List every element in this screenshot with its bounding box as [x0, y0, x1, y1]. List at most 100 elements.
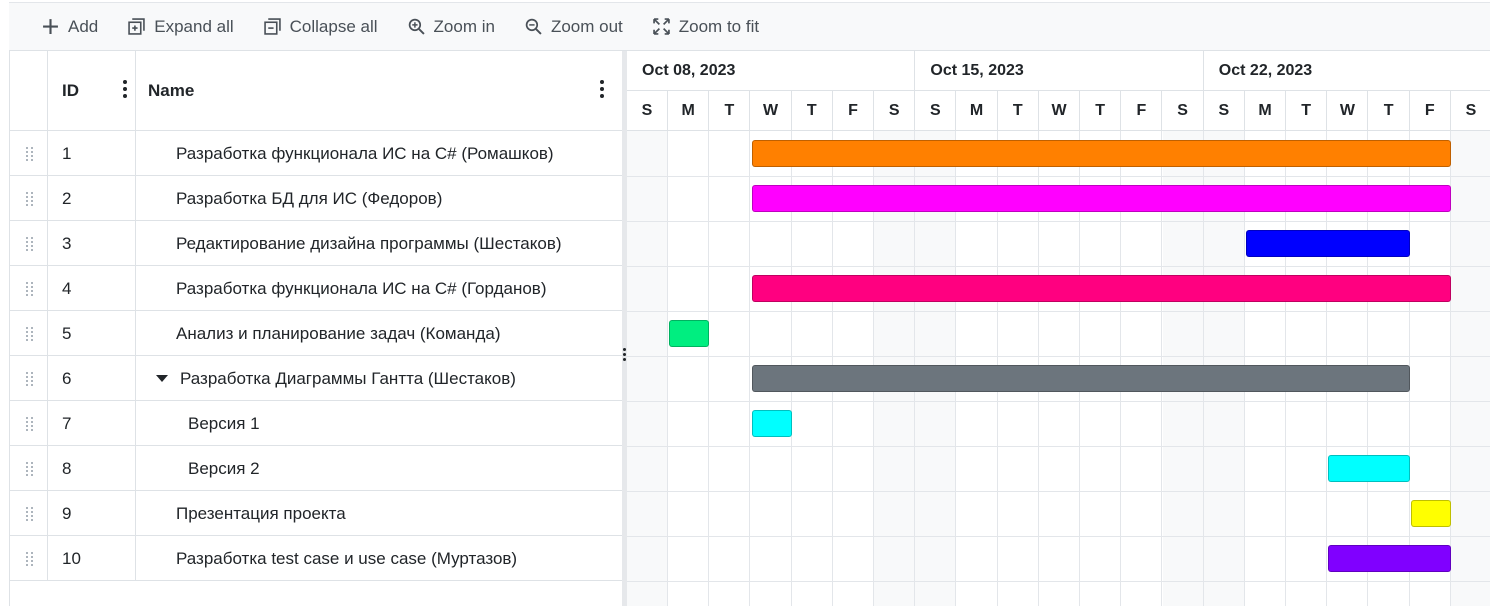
drag-cell	[10, 176, 48, 221]
day-header: M	[1245, 91, 1286, 131]
task-row[interactable]: 2 Разработка БД для ИС (Федоров)	[10, 176, 623, 221]
week-label: Oct 08, 2023	[642, 62, 736, 79]
name-cell: Анализ и планирование задач (Команда)	[136, 311, 623, 356]
task-bar[interactable]	[751, 410, 792, 437]
row-gridline	[627, 536, 1490, 537]
drag-handle-icon[interactable]	[26, 552, 34, 566]
drag-handle-icon[interactable]	[26, 372, 34, 386]
task-id: 3	[62, 234, 72, 253]
id-cell: 6	[48, 356, 136, 401]
task-name: Презентация проекта	[176, 504, 346, 523]
day-header: T	[1080, 91, 1122, 131]
zoom-to-fit-icon	[652, 18, 670, 35]
drag-handle-icon[interactable]	[26, 237, 34, 251]
task-id: 9	[62, 504, 72, 523]
task-bar[interactable]	[1328, 545, 1451, 572]
id-cell: 10	[48, 536, 136, 581]
task-bar[interactable]	[751, 140, 1451, 167]
expand-all-button[interactable]: Expand all	[113, 3, 248, 50]
drag-column-header	[10, 51, 48, 131]
day-header: T	[998, 91, 1039, 131]
drag-handle-icon[interactable]	[26, 282, 34, 296]
id-column-header[interactable]: ID	[48, 51, 136, 131]
task-row[interactable]: 4 Разработка функционала ИС на C# (Гордан…	[10, 266, 623, 311]
task-grid: ID Name 1 Разработка функционала ИС на C#…	[9, 51, 623, 606]
row-gridline	[627, 311, 1490, 312]
task-bar[interactable]	[669, 320, 710, 347]
id-cell: 9	[48, 491, 136, 536]
timeline-body	[627, 131, 1490, 606]
drag-cell	[10, 356, 48, 401]
row-gridline	[627, 581, 1490, 582]
task-id: 2	[62, 189, 72, 208]
day-column	[668, 131, 710, 606]
task-row[interactable]: 1 Разработка функционала ИС на C# (Ромашк…	[10, 131, 623, 176]
day-header: T	[792, 91, 833, 131]
drag-cell	[10, 266, 48, 311]
plus-icon	[43, 19, 58, 34]
day-header: W	[1327, 91, 1369, 131]
splitter-handle-icon	[623, 348, 626, 363]
grid-header: ID Name	[10, 51, 623, 131]
name-column-header[interactable]: Name	[136, 51, 623, 131]
toolbar: Add Expand all Collapse all Zoom in Zoom…	[9, 2, 1490, 51]
task-bar[interactable]	[1410, 500, 1451, 527]
id-column-title: ID	[62, 81, 79, 100]
name-column-title: Name	[148, 81, 195, 100]
task-bar[interactable]	[1246, 230, 1410, 257]
task-row[interactable]: 3 Редактирование дизайна программы (Шеста…	[10, 221, 623, 266]
drag-handle-icon[interactable]	[26, 507, 34, 521]
collapse-all-button[interactable]: Collapse all	[249, 3, 393, 50]
day-header: W	[751, 91, 792, 131]
zoom-in-button[interactable]: Zoom in	[393, 3, 510, 50]
drag-handle-icon[interactable]	[26, 462, 34, 476]
day-header: T	[709, 91, 751, 131]
task-id: 6	[62, 369, 72, 388]
task-row[interactable]: 9 Презентация проекта	[10, 491, 623, 536]
drag-handle-icon[interactable]	[26, 192, 34, 206]
task-row[interactable]: 10 Разработка test case и use case (Мурта…	[10, 536, 623, 581]
task-bar[interactable]	[751, 365, 1410, 392]
add-button[interactable]: Add	[9, 3, 113, 50]
drag-cell	[10, 221, 48, 266]
task-bar[interactable]	[1328, 455, 1410, 482]
task-row[interactable]: 8 Версия 2	[10, 446, 623, 491]
timeline-days-header: SMTWTFSSMTWTFSSMTWTFS	[627, 91, 1490, 131]
name-cell: Разработка Диаграммы Гантта (Шестаков)	[136, 356, 623, 401]
task-id: 10	[62, 549, 81, 568]
name-column-menu-icon[interactable]	[599, 80, 605, 98]
id-column-menu-icon[interactable]	[122, 80, 128, 98]
day-header: T	[1286, 91, 1328, 131]
drag-handle-icon[interactable]	[26, 147, 34, 161]
day-header: F	[1410, 91, 1451, 131]
day-header: S	[627, 91, 668, 131]
day-header: S	[874, 91, 916, 131]
day-header: W	[1039, 91, 1080, 131]
task-row[interactable]: 5 Анализ и планирование задач (Команда)	[10, 311, 623, 356]
day-header: S	[1204, 91, 1245, 131]
zoom-to-fit-button[interactable]: Zoom to fit	[638, 3, 774, 50]
task-bar[interactable]	[751, 185, 1451, 212]
week-header: Oct 15, 2023	[915, 51, 1204, 91]
zoom-in-icon	[408, 18, 425, 35]
task-row[interactable]: 6 Разработка Диаграммы Гантта (Шестаков)	[10, 356, 623, 401]
zoom-out-icon	[525, 18, 542, 35]
drag-handle-icon[interactable]	[26, 327, 34, 341]
day-header: M	[957, 91, 998, 131]
name-cell: Презентация проекта	[136, 491, 623, 536]
row-gridline	[627, 356, 1490, 357]
id-cell: 4	[48, 266, 136, 311]
day-header: S	[1451, 91, 1490, 131]
drag-cell	[10, 446, 48, 491]
drag-handle-icon[interactable]	[26, 417, 34, 431]
task-bar[interactable]	[751, 275, 1451, 302]
row-gridline	[627, 401, 1490, 402]
week-label: Oct 15, 2023	[930, 62, 1024, 79]
collapse-caret-icon[interactable]	[156, 375, 168, 382]
day-header: T	[1369, 91, 1410, 131]
zoom-out-button[interactable]: Zoom out	[510, 3, 638, 50]
day-header: F	[833, 91, 874, 131]
task-name: Разработка функционала ИС на C# (Ромашко…	[176, 144, 554, 163]
expand-all-icon	[128, 18, 145, 35]
task-row[interactable]: 7 Версия 1	[10, 401, 623, 446]
